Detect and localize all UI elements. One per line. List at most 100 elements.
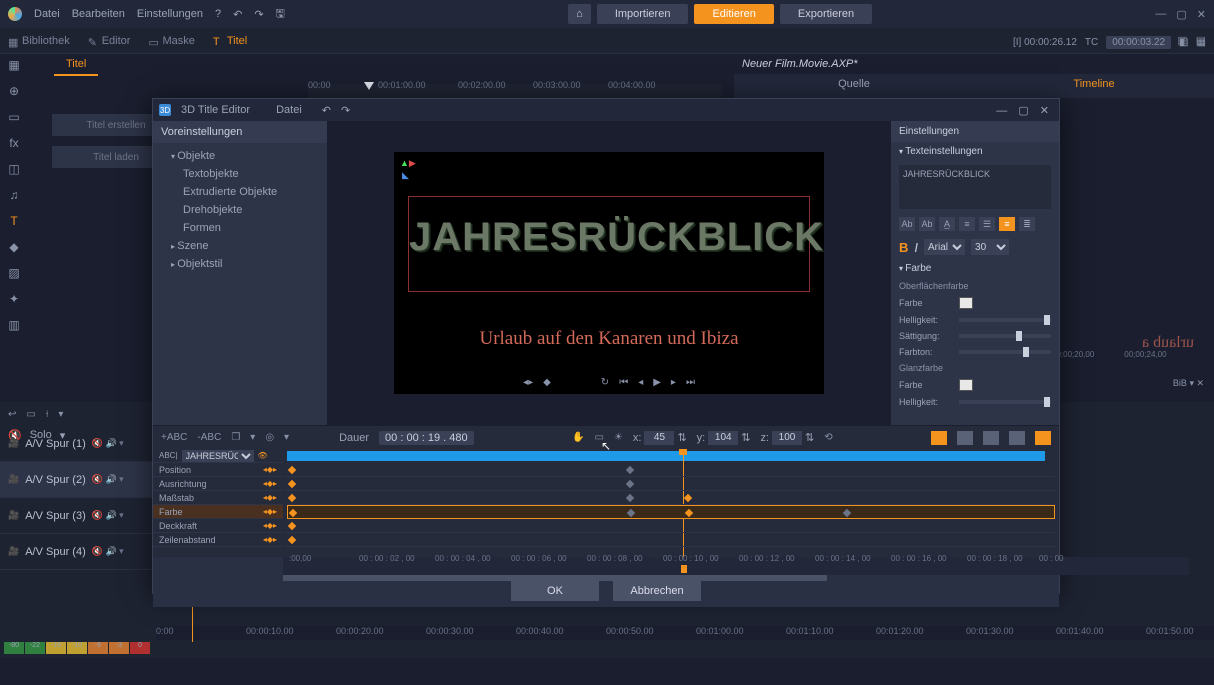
- subtitle-text[interactable]: Urlaub auf den Kanaren und Ibiza: [394, 328, 824, 350]
- dialog-titlebar[interactable]: 3D 3D Title Editor Datei ↶ ↷ — ▢ ✕: [153, 99, 1059, 121]
- gloss-color-swatch[interactable]: [959, 379, 973, 391]
- dialog-maximize-icon[interactable]: ▢: [1014, 105, 1032, 117]
- minimize-icon[interactable]: —: [1155, 8, 1166, 21]
- tree-extrudierte[interactable]: Extrudierte Objekte: [153, 183, 327, 201]
- view-persp-icon[interactable]: [931, 431, 947, 445]
- bold-button[interactable]: B: [899, 240, 908, 255]
- tl-clip-icon[interactable]: ▭: [26, 409, 35, 420]
- kf-ruler[interactable]: :00,00 00 : 00 : 02 , 00 00 : 00 : 04 , …: [283, 557, 1189, 575]
- kf-ausrichtung[interactable]: Ausrichtung◂◆▸: [153, 477, 283, 491]
- track-3[interactable]: 🎥A/V Spur (3)🔇 🔊 ▾: [0, 498, 152, 534]
- sb-film-icon[interactable]: ▭: [7, 110, 21, 124]
- tree-objektstil[interactable]: Objektstil: [153, 255, 327, 273]
- fmt-caps-icon[interactable]: A̲: [939, 217, 955, 231]
- tab-editor[interactable]: ✎Editor: [88, 35, 131, 47]
- tab-library[interactable]: ▦Bibliothek: [8, 35, 70, 47]
- keyframe-dot[interactable]: [289, 509, 297, 517]
- view-front-icon[interactable]: [957, 431, 973, 445]
- help-icon[interactable]: ?: [215, 8, 221, 20]
- vp-prev-icon[interactable]: ◂: [638, 377, 643, 388]
- main-title-text[interactable]: JAHRESRÜCKBLICK: [409, 197, 809, 260]
- kf-nav-icon[interactable]: ◂◆▸: [263, 535, 277, 544]
- keyframe-dot[interactable]: [288, 466, 296, 474]
- x-input[interactable]: [644, 431, 674, 445]
- keyframe-dot[interactable]: [627, 509, 635, 517]
- view-quad-icon[interactable]: [1035, 431, 1051, 445]
- size-select[interactable]: 30: [971, 239, 1009, 255]
- tab-title[interactable]: TTitel: [213, 35, 247, 47]
- sb-fx-icon[interactable]: fx: [7, 136, 21, 150]
- hue-slider[interactable]: [959, 350, 1051, 354]
- z-input[interactable]: [772, 431, 802, 445]
- view-top-icon[interactable]: [1009, 431, 1025, 445]
- saturation-slider[interactable]: [959, 334, 1051, 338]
- sb-asset-icon[interactable]: ▥: [7, 318, 21, 332]
- sb-audio-icon[interactable]: ♫: [7, 188, 21, 202]
- keyframe-dot[interactable]: [685, 509, 693, 517]
- menu-file[interactable]: Datei: [34, 8, 60, 20]
- surface-color-swatch[interactable]: [959, 297, 973, 309]
- menu-edit[interactable]: Bearbeiten: [72, 8, 125, 20]
- redo-icon[interactable]: ↷: [254, 8, 263, 21]
- tree-objekte[interactable]: Objekte: [153, 147, 327, 165]
- tl-back-icon[interactable]: ↩: [8, 409, 16, 420]
- color-section[interactable]: Farbe: [891, 259, 1059, 278]
- z-stepper-icon[interactable]: ⇅: [805, 431, 814, 444]
- source-tab[interactable]: Quelle: [734, 74, 974, 98]
- gloss-brightness-slider[interactable]: [959, 400, 1051, 404]
- duration-input[interactable]: 00 : 00 : 19 . 480: [379, 431, 474, 445]
- clip-bar[interactable]: [287, 451, 1045, 461]
- vp-ctrl-2[interactable]: ◆: [543, 377, 551, 388]
- track-1[interactable]: 🎥A/V Spur (1)🔇 🔊 ▾: [0, 426, 152, 462]
- vp-loop-icon[interactable]: ↻: [601, 377, 609, 388]
- visibility-icon[interactable]: 👁: [258, 451, 268, 460]
- kf-farbe[interactable]: Farbe◂◆▸: [153, 505, 283, 519]
- tree-formen[interactable]: Formen: [153, 219, 327, 237]
- close-icon[interactable]: ✕: [1197, 8, 1206, 21]
- undo-icon[interactable]: ↶: [233, 8, 242, 21]
- align-left-icon[interactable]: ≡: [959, 217, 975, 231]
- 3d-viewport[interactable]: ▲▶◣ JAHRESRÜCKBLICK Urlaub auf den Kanar…: [394, 152, 824, 394]
- fmt-small-icon[interactable]: Ab: [919, 217, 935, 231]
- dialog-undo-icon[interactable]: ↶: [322, 104, 331, 117]
- keyframe-dot[interactable]: [288, 522, 296, 530]
- timeline-ruler[interactable]: 0:00 00:00:10.00 00:00:20.00 00:00:30.00…: [156, 626, 1214, 640]
- brightness-slider[interactable]: [959, 318, 1051, 322]
- view-side-icon[interactable]: [983, 431, 999, 445]
- timecode-display[interactable]: 00:00:03.22: [1106, 36, 1171, 49]
- tl-more-icon[interactable]: ▾: [58, 409, 63, 420]
- keyframe-dot[interactable]: [684, 494, 692, 502]
- align-center-icon[interactable]: ☰: [979, 217, 995, 231]
- dup-icon[interactable]: ❐: [231, 432, 240, 443]
- kf-massstab[interactable]: Maßstab◂◆▸: [153, 491, 283, 505]
- more-tool-icon[interactable]: ▾: [284, 432, 289, 443]
- save-icon[interactable]: 🖫: [276, 5, 285, 24]
- target-icon[interactable]: ◎: [265, 432, 274, 443]
- keyframe-dot[interactable]: [626, 494, 634, 502]
- title-text-input[interactable]: JAHRESRÜCKBLICK: [899, 165, 1051, 209]
- tl-split-icon[interactable]: ⟊: [46, 409, 49, 420]
- dialog-minimize-icon[interactable]: —: [992, 105, 1011, 117]
- sb-trans-icon[interactable]: ◫: [7, 162, 21, 176]
- x-stepper-icon[interactable]: ⇅: [677, 431, 686, 444]
- kf-ruler-knob[interactable]: [681, 565, 687, 573]
- tab-mask[interactable]: ▭Maske: [148, 35, 194, 47]
- track-2[interactable]: 🎥A/V Spur (2)🔇 🔊 ▾: [0, 462, 152, 498]
- y-stepper-icon[interactable]: ⇅: [741, 431, 750, 444]
- vp-play-icon[interactable]: ▶: [653, 377, 661, 388]
- select-tool-icon[interactable]: ▭: [594, 432, 603, 443]
- object-select[interactable]: JAHRESRÜCKBL...: [182, 450, 254, 462]
- cancel-button[interactable]: Abbrechen: [613, 581, 701, 601]
- kf-scrollbar[interactable]: [283, 575, 827, 581]
- edit-button[interactable]: Editieren: [694, 4, 773, 24]
- sb-adjust-icon[interactable]: ✦: [7, 292, 21, 306]
- kf-deckkraft[interactable]: Deckkraft◂◆▸: [153, 519, 283, 533]
- keyframe-dot[interactable]: [626, 466, 634, 474]
- text-settings-section[interactable]: Texteinstellungen: [891, 142, 1059, 161]
- keyframe-dot[interactable]: [288, 480, 296, 488]
- tree-szene[interactable]: Szene: [153, 237, 327, 255]
- vp-ctrl-1[interactable]: ◂▸: [523, 377, 533, 388]
- sb-title-icon[interactable]: T: [7, 214, 21, 228]
- kf-zeilen[interactable]: Zeilenabstand◂◆▸: [153, 533, 283, 547]
- light-tool-icon[interactable]: ☀: [614, 432, 623, 443]
